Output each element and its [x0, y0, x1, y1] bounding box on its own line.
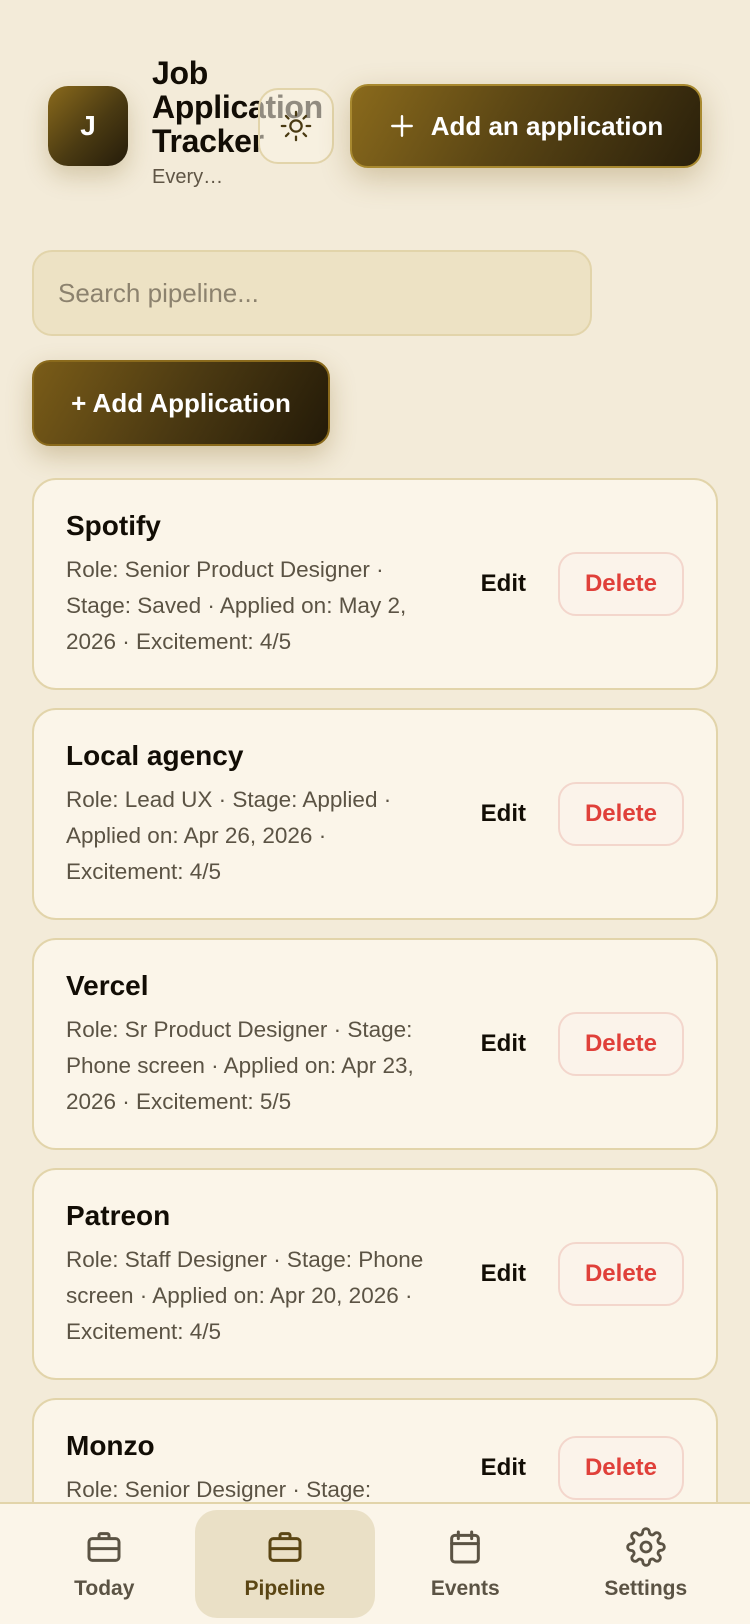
delete-button[interactable]: Delete	[558, 1242, 684, 1306]
gear-icon	[626, 1527, 666, 1567]
application-details: Role: Senior Product Designer · Stage: S…	[66, 557, 407, 654]
nav-label: Today	[74, 1577, 135, 1600]
plus-icon	[390, 115, 413, 137]
nav-item-settings[interactable]: Settings	[556, 1510, 736, 1618]
add-an-application-label: Add an application	[430, 110, 664, 141]
company-name: Spotify	[66, 510, 161, 541]
application-card: Vercel Role: Sr Product Designer · Stage…	[32, 938, 718, 1150]
edit-button[interactable]: Edit	[481, 800, 526, 828]
app-screen: J Job Application Tracker Every… Add an …	[0, 0, 750, 1624]
nav-label: Settings	[604, 1577, 688, 1600]
edit-button[interactable]: Edit	[481, 1260, 526, 1288]
briefcase-icon	[268, 1532, 302, 1562]
nav-item-pipeline[interactable]: Pipeline	[194, 1510, 375, 1618]
application-card: Local agency Role: Lead UX · Stage: Appl…	[32, 708, 718, 920]
avatar: J	[48, 86, 128, 166]
nav-label: Events	[430, 1577, 500, 1600]
application-details: Role: Sr Product Designer · Stage: Phone…	[66, 1017, 414, 1114]
sun-icon	[280, 110, 312, 142]
nav-label: Pipeline	[244, 1577, 326, 1600]
briefcase-icon	[87, 1532, 121, 1562]
search-field[interactable]	[32, 250, 592, 336]
calendar-icon	[450, 1530, 481, 1564]
company-name: Local agency	[66, 740, 244, 771]
search-input[interactable]	[58, 277, 566, 309]
application-details: Role: Staff Designer · Stage: Phone scre…	[66, 1247, 424, 1344]
card-actions: Edit Delete	[481, 1242, 684, 1306]
nav-item-today[interactable]: Today	[14, 1510, 194, 1618]
company-name: Vercel	[66, 970, 149, 1001]
nav-item-events[interactable]: Events	[375, 1510, 555, 1618]
bottom-nav: Today Pipeline Events Settings	[0, 1502, 750, 1624]
edit-button[interactable]: Edit	[481, 1030, 526, 1058]
theme-toggle-button[interactable]	[258, 88, 334, 164]
application-card: Spotify Role: Senior Product Designer · …	[32, 478, 718, 690]
page-subtitle: Every…	[152, 166, 224, 188]
edit-button[interactable]: Edit	[481, 570, 526, 598]
edit-button[interactable]: Edit	[481, 1454, 526, 1482]
delete-button[interactable]: Delete	[558, 552, 684, 616]
application-list: Spotify Role: Senior Product Designer · …	[32, 478, 718, 1556]
add-application-button[interactable]: + Add Application	[32, 360, 330, 446]
delete-button[interactable]: Delete	[558, 1012, 684, 1076]
card-actions: Edit Delete	[481, 1012, 684, 1076]
delete-button[interactable]: Delete	[558, 1436, 684, 1500]
add-an-application-button[interactable]: Add an application	[350, 84, 702, 168]
delete-button[interactable]: Delete	[558, 782, 684, 846]
header: J Job Application Tracker Every… Add an …	[0, 0, 750, 230]
application-card: Patreon Role: Staff Designer · Stage: Ph…	[32, 1168, 718, 1380]
card-actions: Edit Delete	[481, 552, 684, 616]
card-actions: Edit Delete	[481, 782, 684, 846]
card-actions: Edit Delete	[481, 1436, 684, 1500]
application-details: Role: Lead UX · Stage: Applied · Applied…	[66, 787, 392, 884]
company-name: Patreon	[66, 1200, 171, 1231]
